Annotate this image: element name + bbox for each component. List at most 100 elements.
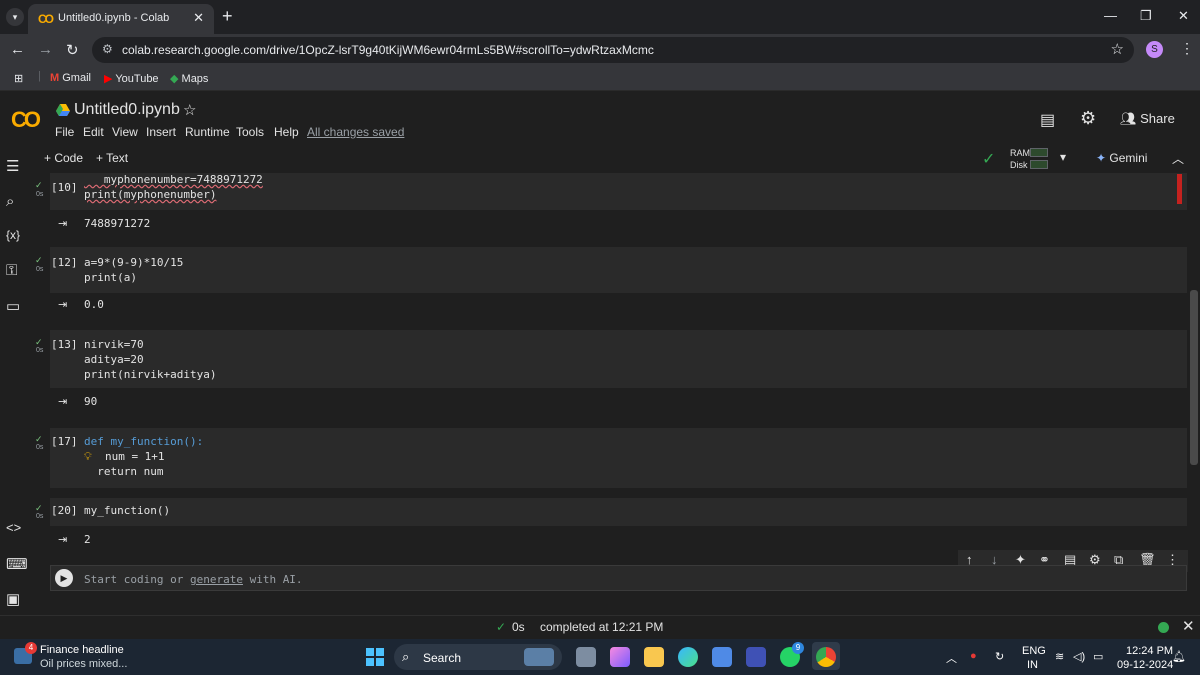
clock-time[interactable]: 12:24 PM (1126, 645, 1173, 657)
status-message[interactable]: completed at 12:21 PM (540, 620, 663, 634)
settings-gear-icon[interactable]: ⚙ (1080, 108, 1096, 129)
minimize-icon[interactable]: — (1104, 8, 1117, 23)
back-icon[interactable]: ← (10, 41, 25, 58)
code-line[interactable]: def my_function(): (84, 434, 203, 449)
add-code-button[interactable]: + Code (44, 151, 83, 165)
menu-view[interactable]: View (112, 125, 138, 139)
secrets-key-icon[interactable]: ⚿ (6, 262, 17, 279)
sync-icon[interactable]: ↻ (995, 650, 1004, 663)
star-icon[interactable]: ☆ (183, 101, 196, 119)
code-cell[interactable] (50, 498, 1187, 526)
cell-output: 2 (84, 533, 91, 546)
terminal-icon[interactable]: ▣ (6, 590, 20, 608)
menu-edit[interactable]: Edit (83, 125, 104, 139)
code-line[interactable]: print(nirvik+aditya) (84, 367, 216, 382)
bookmark-maps[interactable]: ◆ Maps (170, 72, 208, 85)
code-line[interactable]: 💡︎ num = 1+1 (84, 449, 165, 464)
clock-date[interactable]: 09-12-2024 (1117, 659, 1173, 671)
table-of-contents-icon[interactable]: ☰ (6, 157, 19, 175)
output-toggle-icon[interactable]: ⇥ (58, 395, 67, 408)
browser-menu-icon[interactable]: ⋮ (1180, 40, 1194, 57)
close-status-icon[interactable]: ✕ (1182, 617, 1195, 635)
generate-link[interactable]: generate (190, 573, 243, 586)
save-status[interactable]: All changes saved (307, 125, 404, 139)
runtime-dropdown-icon[interactable]: ▾ (1060, 150, 1066, 164)
edge-icon[interactable] (678, 647, 698, 667)
maps-icon: ◆ (170, 73, 179, 85)
search-icon[interactable]: ⌕ (6, 193, 14, 210)
code-line[interactable]: a=9*(9-9)*10/15 (84, 255, 183, 270)
reload-icon[interactable]: ↻ (66, 41, 79, 59)
battery-icon[interactable]: ▭ (1093, 650, 1103, 663)
tab-search-button[interactable]: ▾ (6, 8, 24, 26)
output-toggle-icon[interactable]: ⇥ (58, 298, 67, 311)
scrollbar-thumb[interactable] (1190, 290, 1198, 465)
language-bottom[interactable]: IN (1027, 659, 1038, 671)
bookmark-gmail[interactable]: M Gmail (50, 72, 91, 84)
language-top[interactable]: ENG (1022, 645, 1046, 657)
task-view-icon[interactable] (576, 647, 596, 667)
variables-icon[interactable]: {x} (6, 228, 20, 242)
bookmark-star-icon[interactable]: ☆ (1111, 40, 1124, 58)
code-line[interactable]: myphonenumber=7488971272 (84, 172, 263, 187)
new-tab-button[interactable]: + (222, 6, 233, 27)
menu-help[interactable]: Help (274, 125, 299, 139)
close-tab-icon[interactable]: ✕ (193, 10, 204, 26)
collapse-header-icon[interactable]: ︿ (1172, 150, 1184, 167)
menu-file[interactable]: File (55, 125, 74, 139)
code-line[interactable]: my_function() (84, 503, 170, 518)
command-palette-icon[interactable]: ⌨ (6, 555, 28, 573)
notifications-bell-icon[interactable]: 🔔︎ (1172, 650, 1186, 663)
run-cell-button[interactable]: ▶ (55, 569, 73, 587)
output-toggle-icon[interactable]: ⇥ (58, 217, 67, 230)
store-icon[interactable] (712, 647, 732, 667)
url-text[interactable]: colab.research.google.com/drive/1OpcZ-ls… (122, 43, 654, 57)
code-line[interactable]: aditya=20 (84, 352, 144, 367)
copilot-icon[interactable] (610, 647, 630, 667)
windows-start-icon[interactable] (365, 647, 385, 667)
files-folder-icon[interactable]: ▭ (6, 297, 20, 315)
colab-logo[interactable]: CO (11, 107, 41, 133)
chrome-icon[interactable] (816, 647, 836, 667)
code-line[interactable]: nirvik=70 (84, 337, 144, 352)
code-cell[interactable] (50, 247, 1187, 293)
close-window-icon[interactable]: ✕ (1178, 8, 1189, 24)
menu-tools[interactable]: Tools (236, 125, 264, 139)
code-line[interactable]: print(a) (84, 270, 137, 285)
resource-monitor[interactable]: RAM Disk (1010, 147, 1030, 171)
code-cell[interactable] (50, 330, 1187, 388)
code-cell[interactable] (50, 428, 1187, 488)
menu-insert[interactable]: Insert (146, 125, 176, 139)
site-info-icon[interactable]: ⚙ (102, 42, 113, 56)
ram-bar (1030, 148, 1048, 157)
omnibox[interactable]: ⚙ colab.research.google.com/drive/1OpcZ-… (92, 37, 1134, 63)
tray-app-icon[interactable]: ● (970, 650, 977, 662)
code-line[interactable]: print(myphonenumber) (84, 187, 216, 202)
file-explorer-icon[interactable] (644, 647, 664, 667)
app-icon[interactable] (746, 647, 766, 667)
code-line[interactable]: return num (84, 464, 163, 479)
forward-icon[interactable]: → (38, 41, 53, 58)
share-button[interactable]: 👥︎ Share (1120, 111, 1175, 127)
news-title[interactable]: Finance headline (40, 644, 124, 656)
notebook-title[interactable]: Untitled0.ipynb (74, 101, 180, 119)
output-toggle-icon[interactable]: ⇥ (58, 533, 67, 546)
volume-icon[interactable]: ◁) (1073, 650, 1085, 663)
menu-runtime[interactable]: Runtime (185, 125, 230, 139)
code-snippets-icon[interactable]: <> (6, 520, 21, 535)
profile-avatar[interactable]: S (1146, 41, 1163, 58)
news-subtitle[interactable]: Oil prices mixed... (40, 658, 127, 670)
bookmark-youtube[interactable]: ▶ YouTube (104, 72, 159, 85)
comment-icon[interactable]: ▤ (1040, 110, 1055, 130)
taskbar-search[interactable]: ⌕ Search (394, 644, 562, 670)
exec-time: 0s (36, 444, 44, 451)
wifi-icon[interactable]: ≋ (1055, 650, 1064, 663)
apps-grid-icon[interactable]: ⊞ (14, 72, 23, 85)
add-text-button[interactable]: + Text (96, 151, 128, 165)
restore-icon[interactable]: ❐ (1140, 8, 1152, 24)
gemini-button[interactable]: ✦ Gemini (1096, 151, 1147, 165)
browser-tab[interactable]: CO Untitled0.ipynb - Colab ✕ (28, 4, 214, 34)
lightbulb-icon[interactable]: 💡︎ (84, 450, 92, 463)
cell-placeholder[interactable]: Start coding or generate with AI. (84, 573, 303, 586)
tray-overflow-icon[interactable]: ︿ (946, 650, 957, 666)
